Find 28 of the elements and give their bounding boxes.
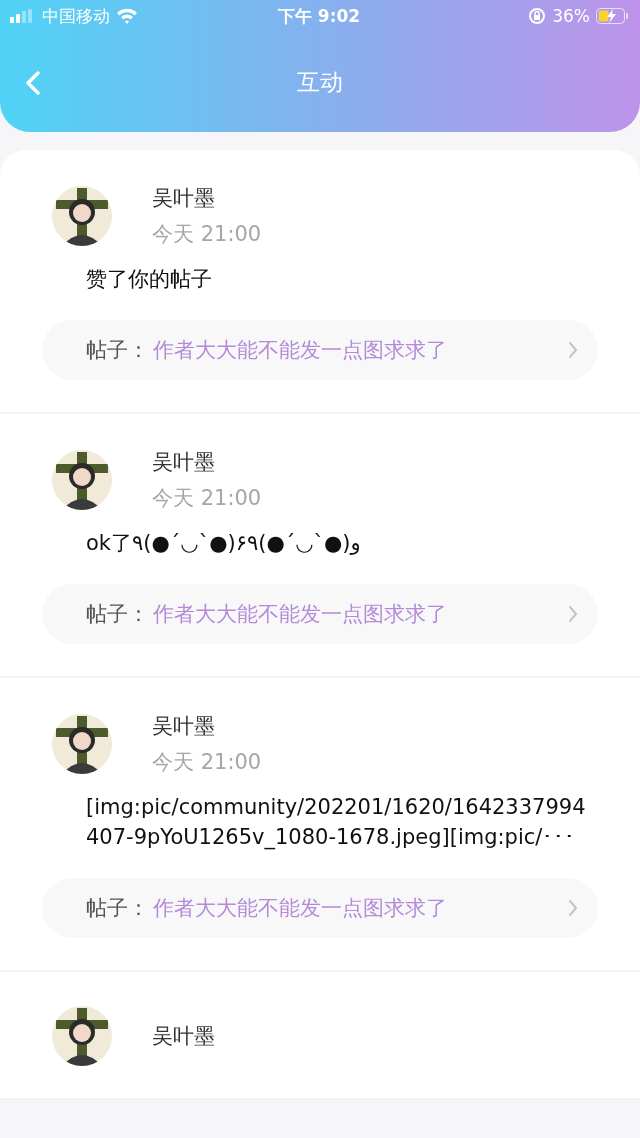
chevron-right-icon [568, 605, 578, 623]
user-name: 吴叶墨 [152, 185, 216, 212]
avatar [52, 714, 112, 774]
avatar [52, 450, 112, 510]
rotation-lock-icon [528, 7, 547, 25]
battery-percent: 36% [552, 6, 590, 26]
message-text: ok了٩(●´◡`●)۶٩(●´◡`●)و [86, 530, 362, 557]
post-link[interactable]: 帖子： 作者大大能不能发一点图求求了 [42, 584, 598, 644]
avatar [52, 186, 112, 246]
chevron-right-icon [568, 341, 578, 359]
timestamp: 今天 21:00 [152, 221, 262, 248]
page-title: 互动 [297, 67, 343, 97]
timestamp: 今天 21:00 [152, 749, 262, 776]
user-name: 吴叶墨 [152, 1023, 215, 1050]
user-name: 吴叶墨 [152, 713, 216, 740]
carrier-name: 中国移动 [42, 4, 110, 28]
battery-charging-icon [596, 8, 628, 24]
clock-time: 下午 9:02 [277, 4, 361, 28]
chevron-right-icon [568, 899, 578, 917]
wifi-icon [116, 8, 138, 24]
post-link[interactable]: 帖子： 作者大大能不能发一点图求求了 [42, 320, 598, 380]
post-link[interactable]: 帖子： 作者大大能不能发一点图求求了 [42, 878, 598, 938]
timestamp: 今天 21:00 [152, 485, 262, 512]
avatar [52, 1006, 112, 1066]
back-icon[interactable] [24, 70, 42, 96]
message-text: [img:pic/community/202201/1620/1642337994407-9pYoU1265v_1080-1678.jpeg][img:pic/･･･ [86, 794, 587, 852]
user-name: 吴叶墨 [152, 449, 216, 476]
message-text: 赞了你的帖子 [86, 266, 213, 293]
